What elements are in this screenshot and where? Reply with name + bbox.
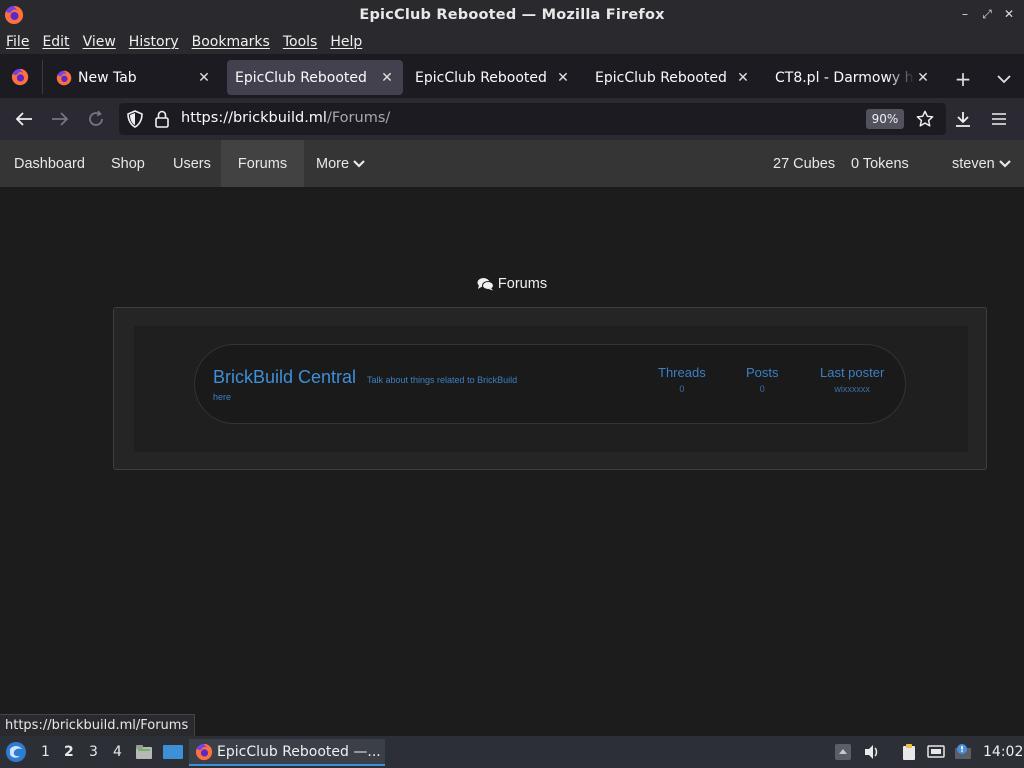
tab-epicclub-3[interactable]: EpicClub Rebooted ✕ xyxy=(587,60,759,95)
firefox-icon xyxy=(195,743,213,760)
firefox-icon xyxy=(5,5,24,24)
tab-epicclub-active[interactable]: EpicClub Rebooted ✕ xyxy=(227,60,403,95)
last-poster-name[interactable]: wixxxxxx xyxy=(820,384,884,394)
workspace-1[interactable]: 1 xyxy=(41,744,50,760)
page-content: Dashboard Shop Users Forums More 27 Cube… xyxy=(0,140,1024,736)
bookmark-star-icon[interactable] xyxy=(914,108,936,130)
chevron-down-icon xyxy=(353,159,365,168)
workspace-3[interactable]: 3 xyxy=(89,744,98,760)
downloads-icon[interactable] xyxy=(950,106,976,132)
minimize-icon[interactable]: – xyxy=(958,7,972,21)
tab-label: New Tab xyxy=(78,69,137,86)
posts-count: 0 xyxy=(759,384,765,394)
notification-icon[interactable] xyxy=(954,743,972,761)
workspace-4[interactable]: 4 xyxy=(113,744,122,760)
threads-label: Threads xyxy=(658,365,706,380)
tab-label: EpicClub Rebooted xyxy=(595,69,727,86)
zoom-level-button[interactable]: 90% xyxy=(866,109,904,129)
nav-more-label: More xyxy=(316,155,350,172)
taskbar-task-label: EpicClub Rebooted —... xyxy=(217,743,381,760)
tab-label: CT8.pl - Darmowy hos xyxy=(775,69,915,86)
tab-label: EpicClub Rebooted xyxy=(235,69,367,86)
url-path: /Forums/ xyxy=(326,110,391,126)
user-dropdown[interactable]: steven xyxy=(952,140,1011,187)
close-tab-icon[interactable]: ✕ xyxy=(196,70,212,86)
cubes-balance[interactable]: 27 Cubes xyxy=(773,140,835,187)
start-menu-icon[interactable] xyxy=(5,741,27,763)
nav-shop[interactable]: Shop xyxy=(111,140,145,187)
close-tab-icon[interactable]: ✕ xyxy=(915,70,931,86)
chevron-down-icon xyxy=(998,159,1011,168)
forum-description: Talk about things related to BrickBuild xyxy=(367,375,518,385)
nav-dashboard[interactable]: Dashboard xyxy=(14,140,85,187)
tab-separator xyxy=(42,60,43,94)
desktop-taskbar: 1 2 3 4 EpicClub Rebooted —... 14:02 xyxy=(0,736,1024,768)
network-icon[interactable] xyxy=(927,743,945,761)
forum-posts-stat: Posts 0 xyxy=(746,365,779,394)
tokens-balance[interactable]: 0 Tokens xyxy=(851,140,909,187)
forum-last-poster-stat: Last poster wixxxxxx xyxy=(820,365,884,394)
last-poster-label: Last poster xyxy=(820,365,885,380)
forum-threads-stat: Threads 0 xyxy=(658,365,706,394)
username: steven xyxy=(952,155,995,172)
forum-row: BrickBuild Central Talk about things rel… xyxy=(194,344,906,424)
comments-icon xyxy=(477,278,494,291)
clipboard-icon[interactable] xyxy=(900,743,918,761)
threads-count: 0 xyxy=(679,384,685,394)
firefox-icon xyxy=(56,70,72,85)
close-tab-icon[interactable]: ✕ xyxy=(379,70,395,86)
tracking-protection-shield-icon[interactable] xyxy=(126,110,144,128)
menu-file[interactable]: File xyxy=(6,34,29,50)
tab-new-tab[interactable]: New Tab ✕ xyxy=(48,60,220,95)
close-icon[interactable]: ✕ xyxy=(1002,7,1016,21)
nav-users[interactable]: Users xyxy=(173,140,211,187)
link-status-bar: https://brickbuild.ml/Forums xyxy=(0,714,196,736)
tab-bar: New Tab ✕ EpicClub Rebooted ✕ EpicClub R… xyxy=(0,54,1024,98)
forums-panel: BrickBuild Central Talk about things rel… xyxy=(113,307,987,470)
tab-ct8[interactable]: CT8.pl - Darmowy hos ✕ xyxy=(767,60,939,95)
volume-icon[interactable] xyxy=(863,743,881,761)
menu-tools[interactable]: Tools xyxy=(283,34,318,50)
restore-icon[interactable]: ⤢ xyxy=(980,7,994,21)
site-navbar: Dashboard Shop Users Forums More 27 Cube… xyxy=(0,140,1024,187)
reload-icon[interactable] xyxy=(83,106,109,132)
tab-epicclub-2[interactable]: EpicClub Rebooted ✕ xyxy=(407,60,579,95)
menu-history[interactable]: History xyxy=(129,34,179,50)
menu-help[interactable]: Help xyxy=(330,34,362,50)
clock: 14:02 xyxy=(983,744,1024,760)
taskbar-firefox-window[interactable]: EpicClub Rebooted —... xyxy=(189,739,385,766)
nav-more-dropdown[interactable]: More xyxy=(316,140,365,187)
window-title: EpicClub Rebooted — Mozilla Firefox xyxy=(359,7,665,23)
firefox-view-button[interactable] xyxy=(6,64,34,90)
firefox-icon xyxy=(11,68,29,86)
close-tab-icon[interactable]: ✕ xyxy=(555,70,571,86)
nav-forums[interactable]: Forums xyxy=(221,140,304,187)
list-all-tabs-icon[interactable] xyxy=(994,68,1014,90)
back-icon[interactable] xyxy=(11,106,37,132)
hamburger-menu-icon[interactable] xyxy=(986,106,1012,132)
close-tab-icon[interactable]: ✕ xyxy=(735,70,751,86)
window-controls: – ⤢ ✕ xyxy=(958,7,1016,22)
lock-icon[interactable] xyxy=(154,110,170,128)
window-titlebar: EpicClub Rebooted — Mozilla Firefox – ⤢ … xyxy=(0,0,1024,30)
forum-name-link[interactable]: BrickBuild Central xyxy=(213,367,356,388)
file-manager-icon[interactable] xyxy=(134,742,154,762)
url-text[interactable]: https://brickbuild.ml/Forums/ xyxy=(181,110,390,126)
tray-up-arrow-icon[interactable] xyxy=(834,743,852,761)
url-host: https://brickbuild.ml xyxy=(181,110,327,126)
menu-bookmarks[interactable]: Bookmarks xyxy=(192,34,270,50)
forum-description-cont: here xyxy=(213,392,232,402)
posts-label: Posts xyxy=(746,365,779,380)
forward-icon[interactable] xyxy=(47,106,73,132)
menu-view[interactable]: View xyxy=(83,34,116,50)
forums-list: BrickBuild Central Talk about things rel… xyxy=(134,326,968,452)
page-title: Forums xyxy=(0,276,1024,292)
workspace-2[interactable]: 2 xyxy=(64,744,74,760)
show-desktop-icon[interactable] xyxy=(162,742,184,762)
tab-label: EpicClub Rebooted xyxy=(415,69,547,86)
menu-edit[interactable]: Edit xyxy=(42,34,69,50)
new-tab-icon[interactable]: + xyxy=(952,67,974,91)
page-title-text: Forums xyxy=(497,276,548,292)
menu-bar: File Edit View History Bookmarks Tools H… xyxy=(0,30,1024,54)
